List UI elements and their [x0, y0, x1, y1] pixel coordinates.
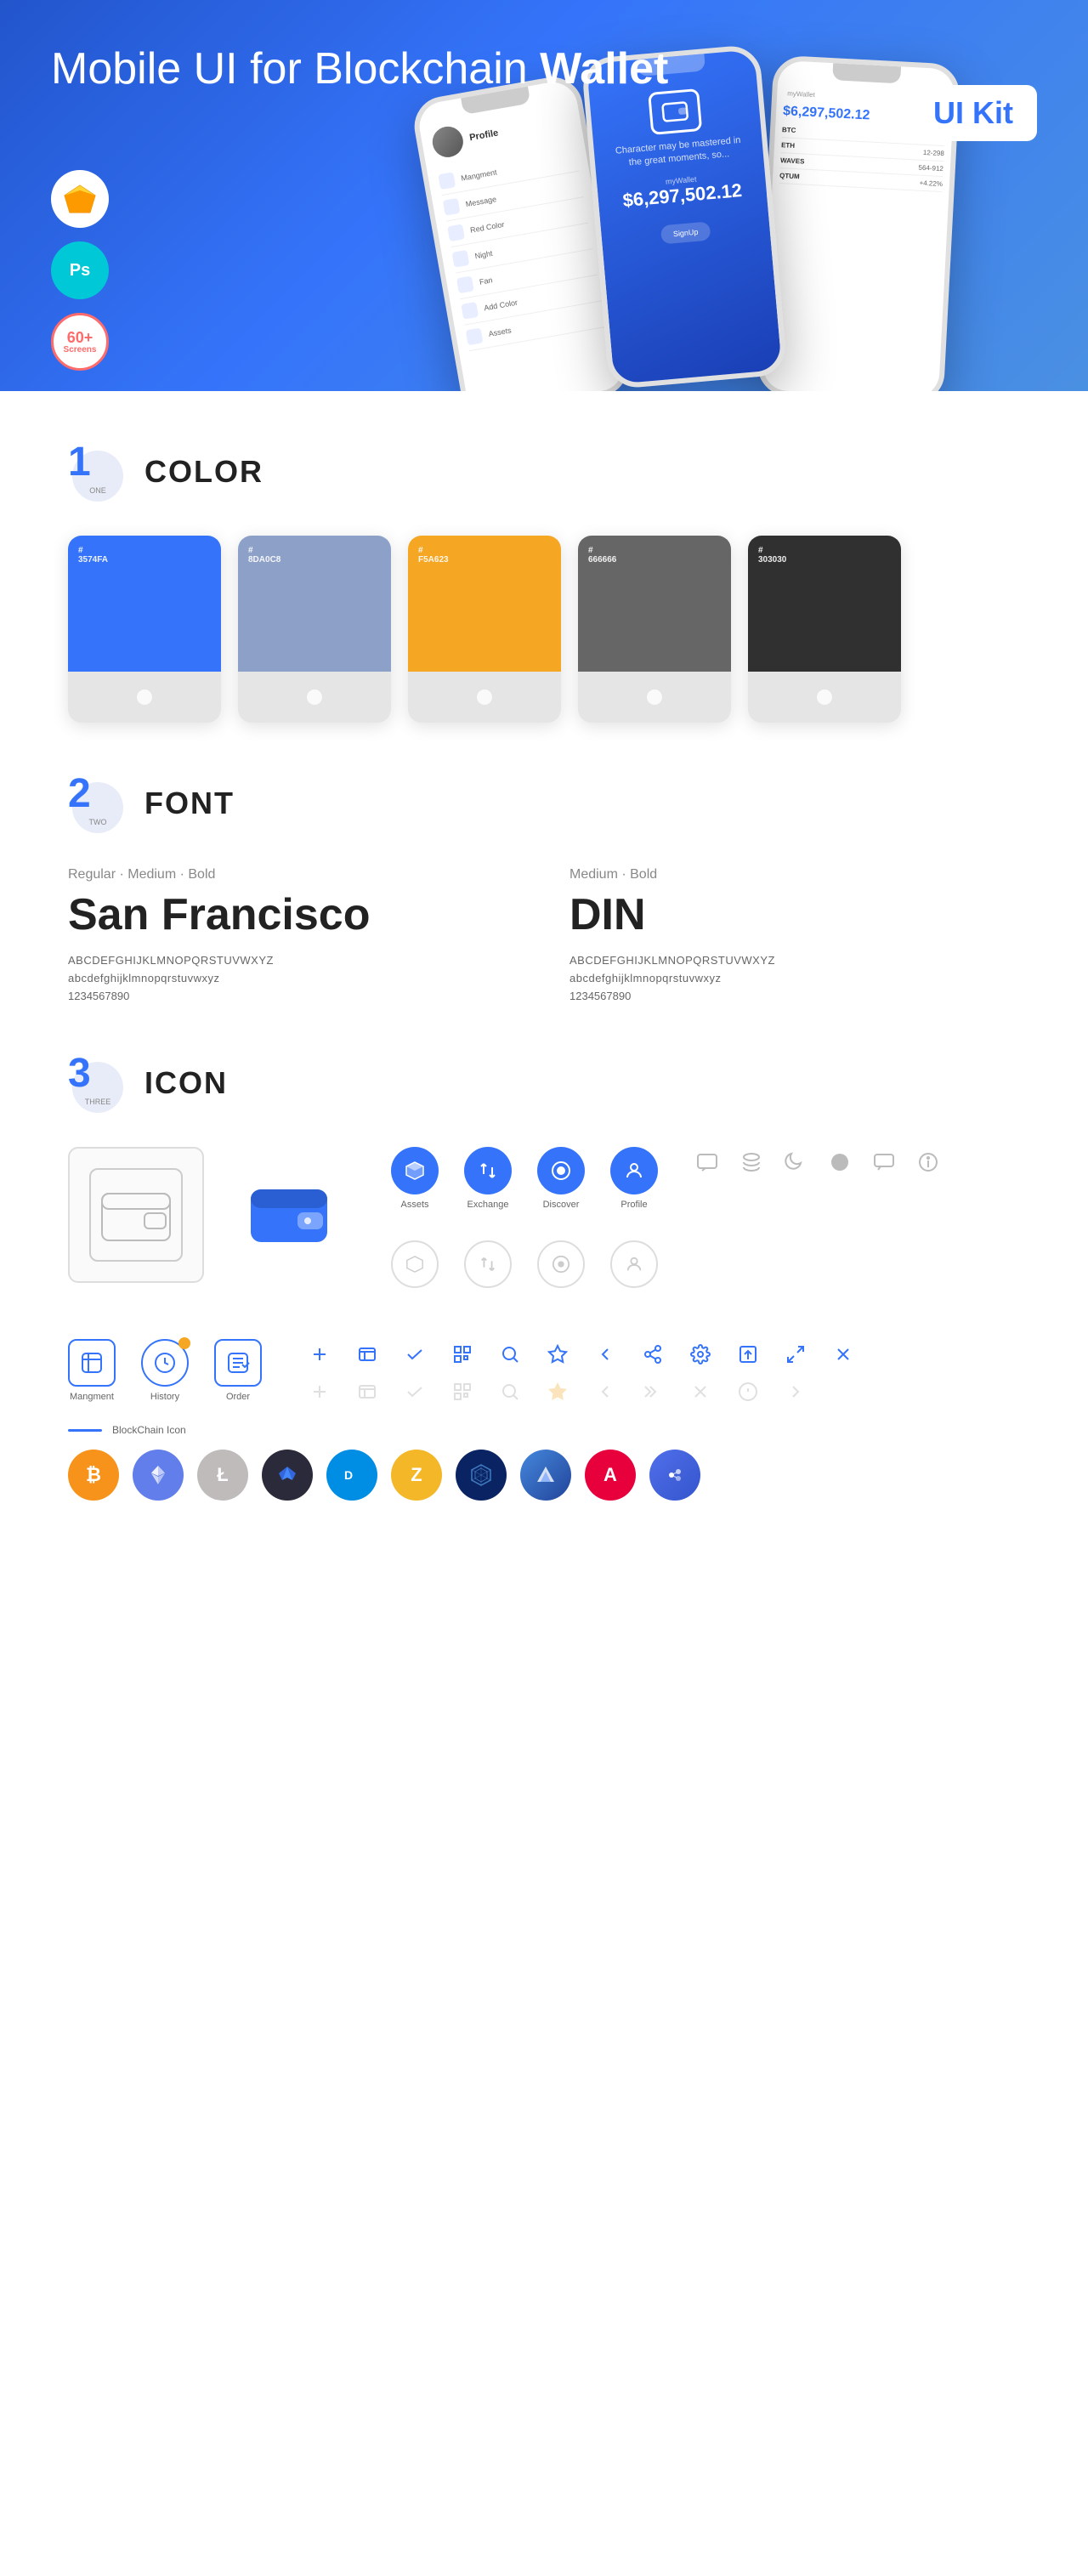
hero-section: Mobile UI for Blockchain Wallet UI Kit P… — [0, 0, 1088, 391]
main-content: 1 ONE COLOR #3574FA #8DA0C8 #F5A623 #666… — [0, 442, 1088, 1501]
font-sf: Regular · Medium · Bold San Francisco AB… — [68, 867, 518, 1002]
phone-center: Character may be mastered in the great m… — [581, 44, 787, 390]
sketch-badge — [51, 170, 109, 228]
blockchain-label: BlockChain Icon — [68, 1424, 1020, 1436]
icon-colored-wallet — [221, 1147, 357, 1283]
zcash-icon: Z — [391, 1450, 442, 1501]
icon-wireframe-inner — [89, 1168, 183, 1262]
stack-icon — [736, 1147, 767, 1177]
hero-badges: Ps 60+ Screens — [51, 170, 109, 371]
search-icon — [495, 1339, 525, 1370]
lisk-icon — [520, 1450, 571, 1501]
font-din: Medium · Bold DIN ABCDEFGHIJKLMNOPQRSTUV… — [570, 867, 1020, 1002]
icon-assets: Assets — [391, 1147, 439, 1210]
list-icon — [352, 1339, 382, 1370]
swatch-4: #666666 — [578, 536, 731, 723]
info-icon — [913, 1147, 944, 1177]
btc-icon: ₿ — [68, 1450, 119, 1501]
nav-icons-colored: Assets Exchange — [391, 1147, 658, 1210]
wings-icon — [262, 1450, 313, 1501]
eth-icon — [133, 1450, 184, 1501]
color-swatches: #3574FA #8DA0C8 #F5A623 #666666 #303030 — [68, 536, 1020, 723]
upload-icon — [733, 1339, 763, 1370]
check-icon — [400, 1339, 430, 1370]
swatch-5: #303030 — [748, 536, 901, 723]
ark-icon: A — [585, 1450, 636, 1501]
swatch-1: #3574FA — [68, 536, 221, 723]
blockchain-line-decoration — [68, 1429, 102, 1432]
management-icons-row: Mangment History — [68, 1339, 1020, 1407]
icon-wireframe-outer — [68, 1147, 204, 1283]
chat-icon — [692, 1147, 722, 1177]
font-grid: Regular · Medium · Bold San Francisco AB… — [68, 867, 1020, 1002]
qr-icon — [447, 1339, 478, 1370]
share-icon — [638, 1339, 668, 1370]
circle-icon — [824, 1147, 855, 1177]
icon-profile: Profile — [610, 1147, 658, 1210]
screens-badge: 60+ Screens — [51, 313, 109, 371]
moon-icon — [780, 1147, 811, 1177]
color-section-header: 1 ONE COLOR — [68, 442, 1020, 502]
add-icon — [304, 1339, 335, 1370]
dash-icon: D — [326, 1450, 377, 1501]
ltc-icon: Ł — [197, 1450, 248, 1501]
chevron-left-icon — [590, 1339, 620, 1370]
crypto-icons-row: ₿ Ł D Z — [68, 1450, 1020, 1501]
expand-icon — [780, 1339, 811, 1370]
band-icon — [649, 1450, 700, 1501]
mgmt-order: Order — [214, 1339, 262, 1402]
mgmt-history: History — [141, 1339, 189, 1402]
icon-discover: Discover — [537, 1147, 585, 1210]
nav-icons-outline — [391, 1240, 658, 1288]
icon-section-header: 3 THREE ICON — [68, 1053, 1020, 1113]
font-section-header: 2 TWO FONT — [68, 774, 1020, 833]
speech-icon — [869, 1147, 899, 1177]
icon-exchange: Exchange — [464, 1147, 512, 1210]
hero-title: Mobile UI for Blockchain Wallet — [51, 43, 668, 95]
web-icon — [456, 1450, 507, 1501]
photoshop-badge: Ps — [51, 241, 109, 299]
icon-design-showcase: Assets Exchange — [68, 1147, 1020, 1305]
ui-kit-badge: UI Kit — [910, 85, 1037, 141]
swatch-3: #F5A623 — [408, 536, 561, 723]
close-icon — [828, 1339, 858, 1370]
swatch-2: #8DA0C8 — [238, 536, 391, 723]
settings-icon — [685, 1339, 716, 1370]
star-icon — [542, 1339, 573, 1370]
mgmt-management: Mangment — [68, 1339, 116, 1402]
svg-text:D: D — [344, 1468, 353, 1482]
